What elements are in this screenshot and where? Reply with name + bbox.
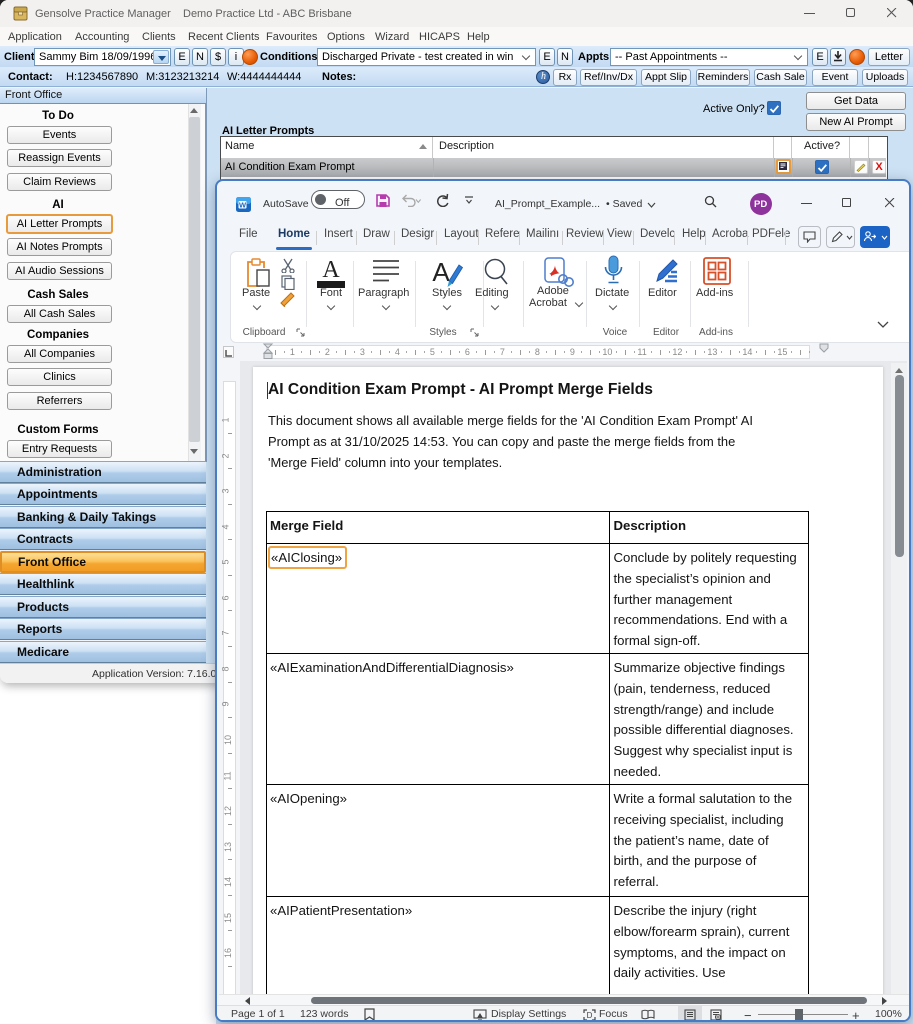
svg-text:A: A — [322, 257, 340, 283]
svg-text:W: W — [239, 200, 247, 209]
svg-text:D: D — [587, 1011, 593, 1020]
svg-text:A: A — [432, 257, 450, 287]
